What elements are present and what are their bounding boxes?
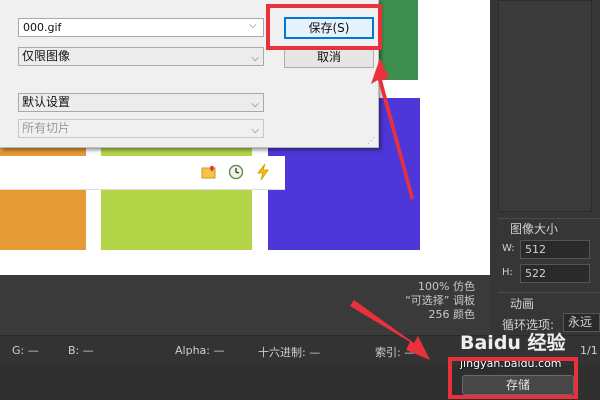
annotation-arrows (350, 58, 430, 360)
arrow-to-store-icon (350, 300, 430, 360)
arrow-to-save-icon (371, 58, 414, 200)
